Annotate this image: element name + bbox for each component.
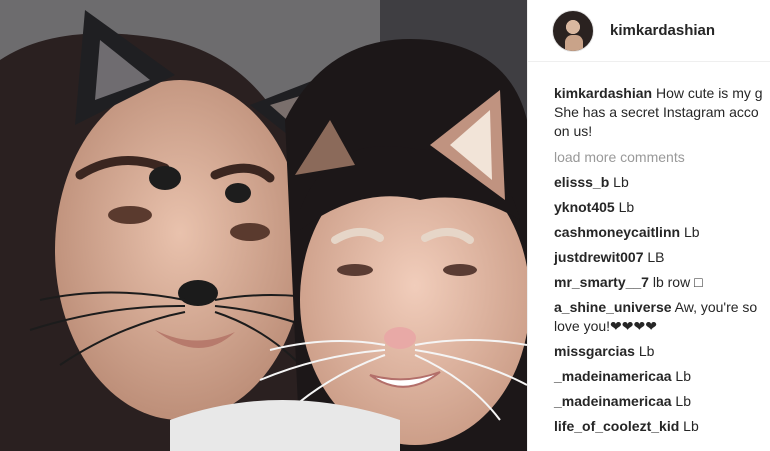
comment-username[interactable]: justdrewit007	[554, 249, 643, 265]
caption-username[interactable]: kimkardashian	[554, 85, 652, 101]
comment-username[interactable]: missgarcias	[554, 343, 635, 359]
comment-text: Lb	[683, 224, 700, 240]
comment-username[interactable]: elisss_b	[554, 174, 609, 190]
comment-username[interactable]: life_of_coolezt_kid	[554, 418, 679, 434]
comment-item: _madeinamericaa Lb	[554, 367, 770, 386]
caption-text-3: on us!	[554, 123, 593, 139]
comment-text: lb row □	[652, 274, 703, 290]
comment-text: Lb	[618, 199, 635, 215]
comment-text: Lb	[675, 393, 691, 409]
avatar[interactable]	[552, 9, 594, 52]
comment-item: cashmoneycaitlinn Lb	[554, 223, 770, 242]
comment-username[interactable]: _madeinamericaa	[554, 393, 672, 409]
comment-username[interactable]: cashmoneycaitlinn	[554, 224, 680, 240]
comment-text: Lb	[683, 418, 699, 434]
comment-text: LB	[647, 249, 665, 265]
comment-username[interactable]: yknot405	[554, 199, 615, 215]
comment-item: yknot405 Lb	[554, 198, 770, 217]
comment-username[interactable]: mr_smarty__7	[554, 274, 649, 290]
comment-item: _madeinamericaa Lb	[554, 392, 770, 411]
comment-text-continued: love you!❤❤❤❤	[554, 318, 657, 334]
comment-text: Aw, you're so	[674, 299, 758, 315]
comment-item: a_shine_universe Aw, you're so love you!…	[554, 298, 770, 336]
comment-text: Lb	[613, 174, 629, 190]
comment-item: mr_smarty__7 lb row □	[554, 273, 770, 292]
comment-item: elisss_b Lb	[554, 173, 770, 192]
comments-list: kimkardashian How cute is my g She has a…	[528, 62, 770, 436]
comment-username[interactable]: a_shine_universe	[554, 299, 672, 315]
caption-text-2: She has a secret Instagram acco	[554, 104, 759, 120]
comment-item: missgarcias Lb	[554, 342, 770, 361]
photo-illustration	[0, 0, 527, 451]
post-photo[interactable]	[0, 0, 527, 451]
load-more-comments-link[interactable]: load more comments	[554, 147, 770, 167]
comment-username[interactable]: _madeinamericaa	[554, 368, 672, 384]
post-header: kimkardashian	[528, 0, 770, 62]
comment-text: Lb	[638, 343, 655, 359]
comment-item: justdrewit007 LB	[554, 248, 770, 267]
owner-username-link[interactable]: kimkardashian	[610, 22, 715, 39]
comment-item: life_of_coolezt_kid Lb	[554, 417, 770, 436]
post-sidebar: kimkardashian kimkardashian How cute is …	[527, 0, 770, 451]
comment-text: Lb	[675, 368, 691, 384]
caption-text-1: How cute is my g	[655, 85, 763, 101]
caption: kimkardashian How cute is my g She has a…	[554, 84, 770, 141]
